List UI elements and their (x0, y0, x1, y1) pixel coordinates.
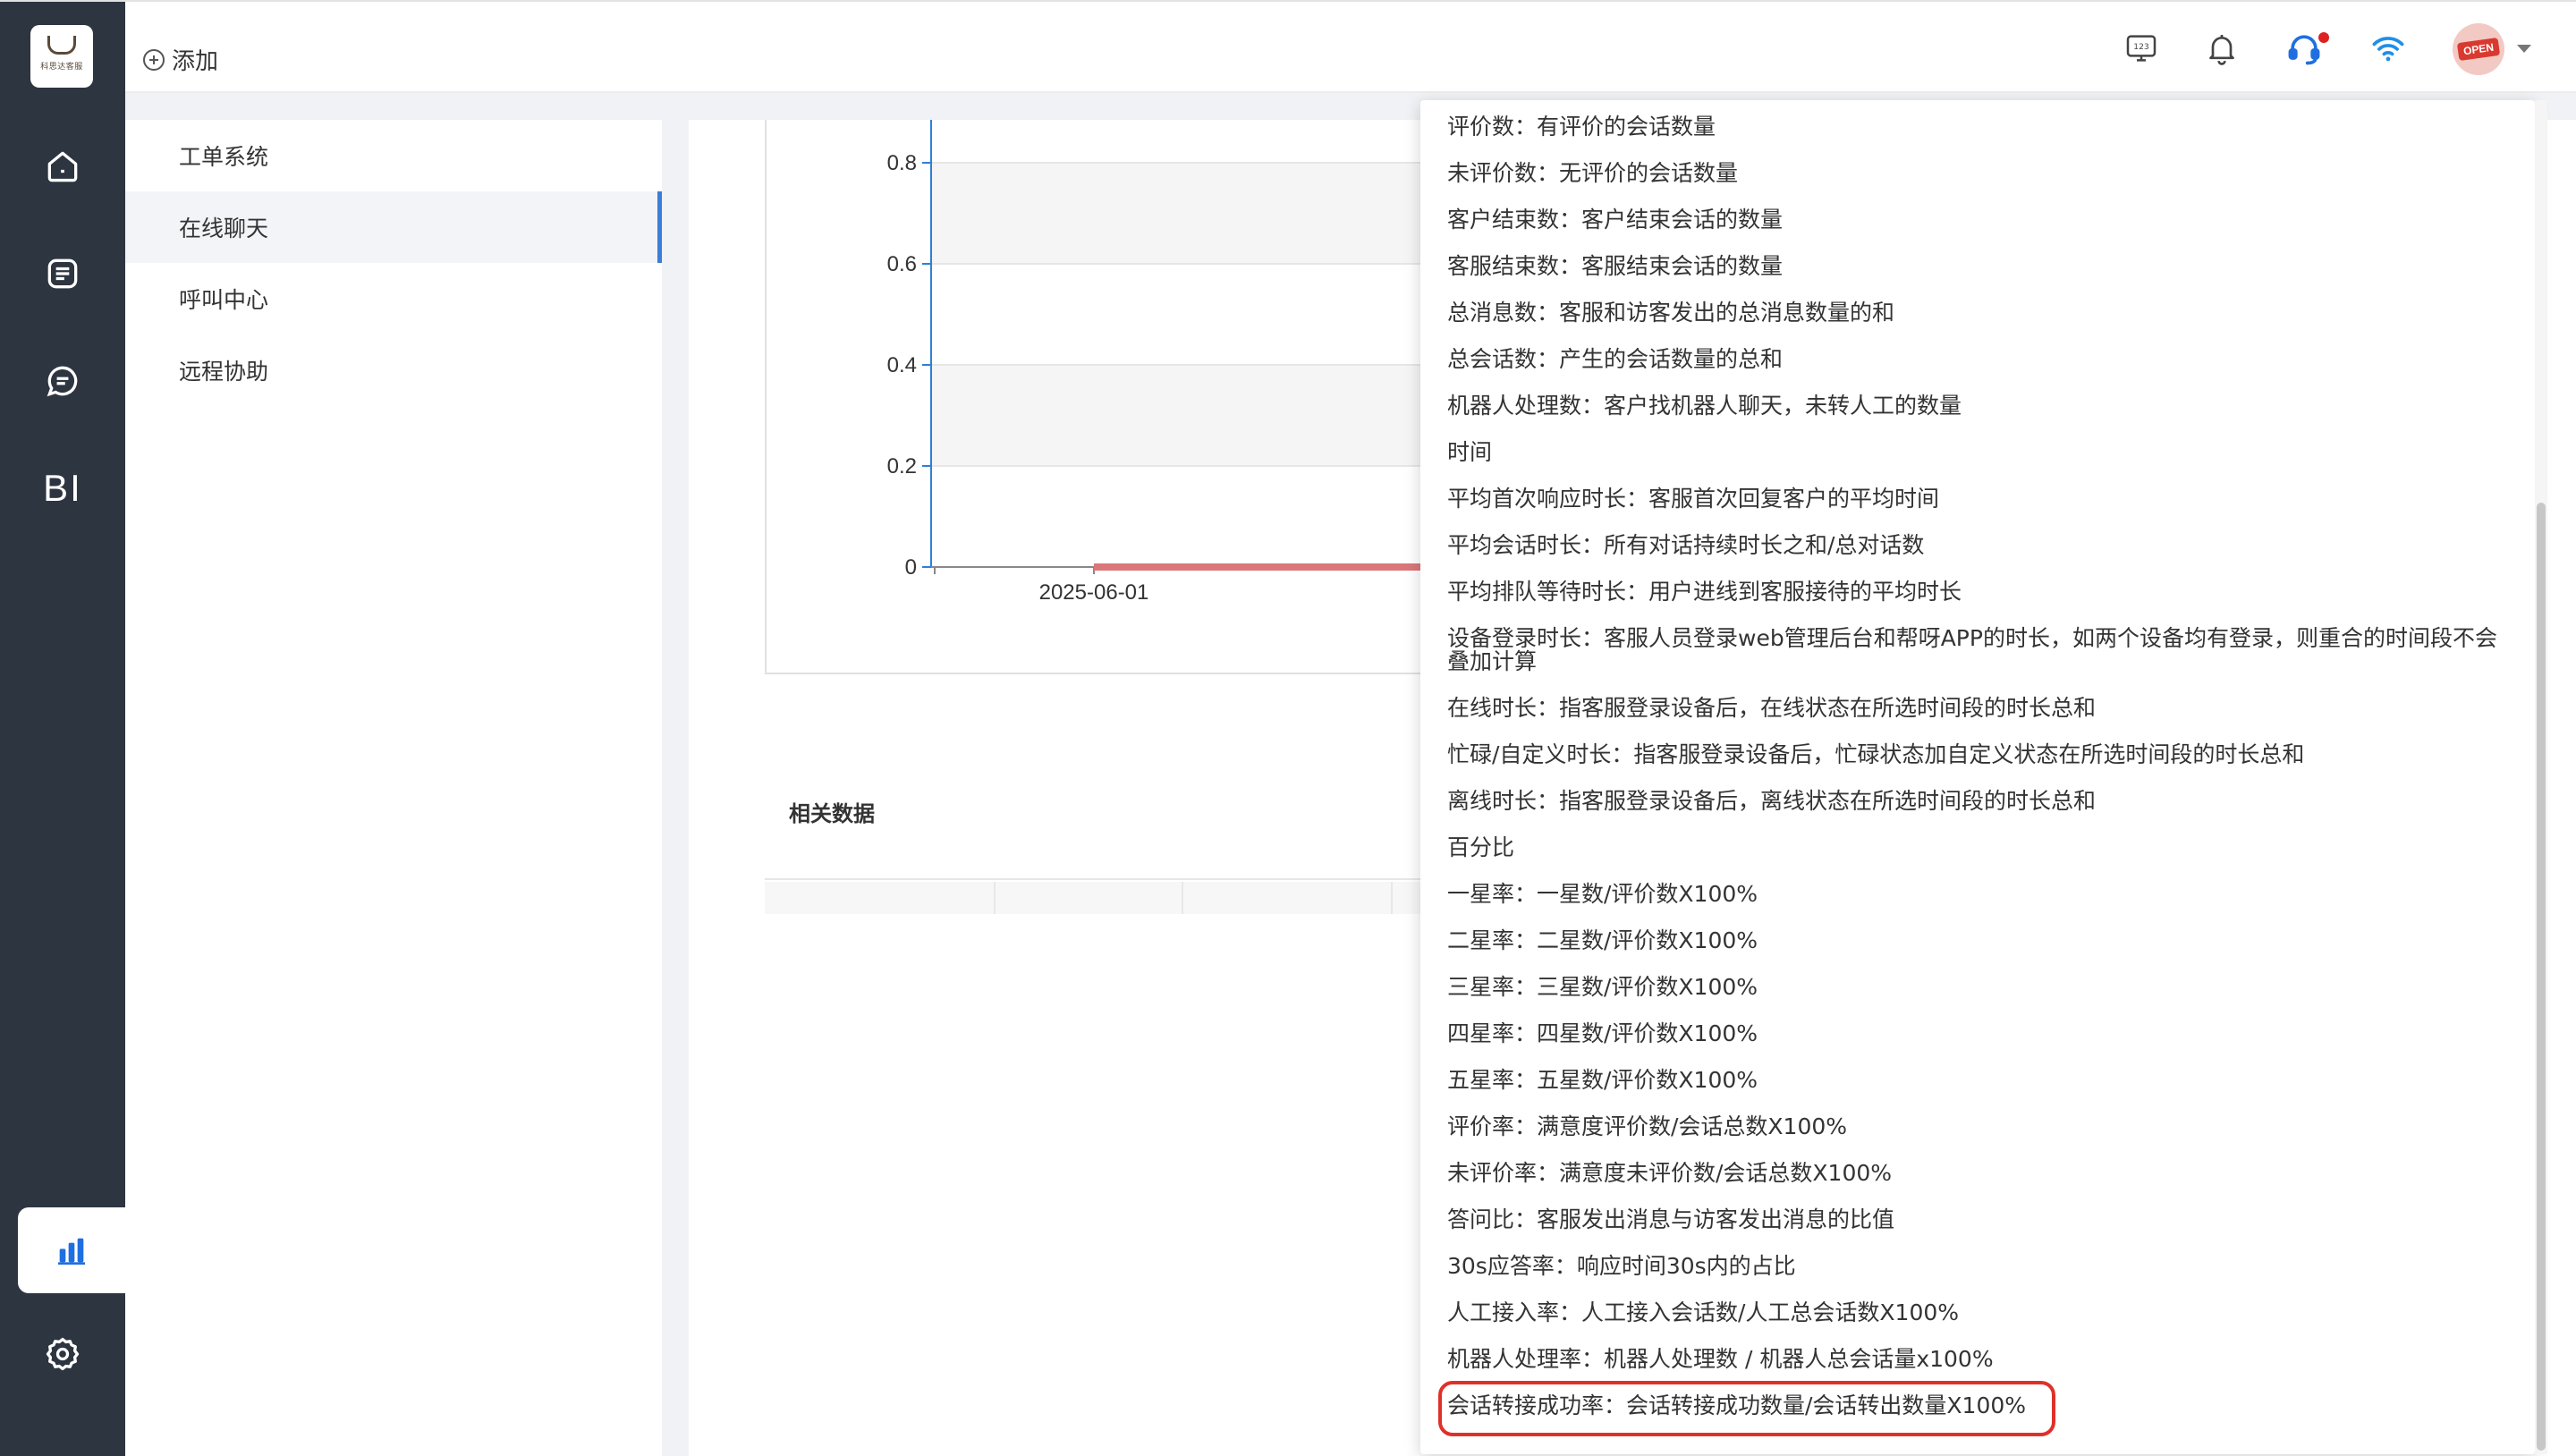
popup-line: 时间 (1447, 439, 1493, 465)
popup-line: 离线时长：指客服登录设备后，离线状态在所选时间段的时长总和 (1447, 788, 2097, 814)
bi-menu-item[interactable]: BI (38, 463, 88, 513)
popup-line: 平均首次响应时长：客服首次回复客户的平均时间 (1447, 486, 1940, 512)
submenu-item-label: 在线聊天 (179, 216, 269, 241)
grid-band (931, 365, 1445, 466)
submenu-item-online-chat[interactable]: 在线聊天 (125, 191, 662, 263)
submenu-item-call-center[interactable]: 呼叫中心 (125, 263, 662, 334)
popup-line: 机器人处理数：客户找机器人聊天，未转人工的数量 (1447, 393, 1962, 419)
chevron-down-icon[interactable] (2517, 45, 2531, 53)
grid-band (931, 163, 1445, 264)
home-icon[interactable] (38, 141, 88, 191)
popup-line: 未评价数：无评价的会话数量 (1447, 160, 1739, 186)
left-rail: 科思达客服 BI (0, 2, 125, 1456)
y-tick-label: 0.4 (887, 353, 917, 377)
popup-line: 客户结束数：客户结束会话的数量 (1447, 207, 1784, 233)
popup-line: 总会话数：产生的会话数量的总和 (1447, 346, 1784, 372)
popup-line: 二星率：二星数/评价数X100% (1447, 927, 1758, 953)
document-icon[interactable] (38, 249, 88, 299)
sub-menu-panel: 工单系统 在线聊天 呼叫中心 远程协助 (125, 120, 662, 1456)
popup-line: 四星率：四星数/评价数X100% (1447, 1020, 1758, 1046)
popup-line: 答问比：客服发出消息与访客发出消息的比值 (1447, 1206, 1895, 1232)
y-tick-label: 0.2 (887, 454, 917, 478)
popup-line: 人工接入率：人工接入会话数/人工总会话数X100% (1447, 1299, 1960, 1325)
y-tick-label: 0.6 (887, 252, 917, 276)
chat-icon[interactable] (38, 356, 88, 406)
popup-scrollbar[interactable] (2535, 100, 2547, 1454)
notification-dot (2318, 32, 2329, 43)
app-logo[interactable]: 科思达客服 (30, 25, 93, 88)
submenu-item-label: 远程协助 (179, 359, 269, 385)
line-chart: 00.20.40.60.82025-06-012025- (887, 120, 1445, 605)
keyboard-123-icon[interactable]: 123 (2120, 27, 2163, 70)
avatar-open-sign: OPEN (2456, 37, 2501, 62)
y-tick-label: 0.8 (887, 151, 917, 175)
popup-line: 平均会话时长：所有对话持续时长之和/总对话数 (1447, 532, 1925, 558)
popup-line: 忙碌/自定义时长：指客服登录设备后，忙碌状态加自定义状态在所选时间段的时长总和 (1447, 741, 2305, 767)
popup-line: 评价数：有评价的会话数量 (1447, 114, 1716, 140)
x-tick-label: 2025-06-01 (1039, 580, 1149, 605)
popup-line: 五星率：五星数/评价数X100% (1447, 1067, 1758, 1093)
related-data-table-header (765, 882, 1445, 914)
logo-cup-icon (47, 36, 76, 55)
statistics-menu-item[interactable] (18, 1207, 125, 1293)
headset-icon[interactable] (2283, 27, 2329, 70)
popup-line: 三星率：三星数/评价数X100% (1447, 974, 1758, 1000)
popup-line: 百分比 (1447, 834, 1515, 860)
y-tick-label: 0 (905, 555, 917, 580)
popup-line: 机器人处理率：机器人处理数 / 机器人总会话量x100% (1447, 1346, 1994, 1372)
submenu-item-label: 呼叫中心 (179, 287, 269, 313)
bell-icon[interactable] (2200, 27, 2243, 70)
bar-chart-icon (58, 1238, 85, 1265)
popup-line: 总消息数：客服和访客发出的总消息数量的和 (1447, 300, 1895, 326)
popup-line: 评价率：满意度评价数/会话总数X100% (1447, 1113, 1848, 1139)
wifi-icon[interactable] (2367, 27, 2410, 70)
user-avatar[interactable]: OPEN (2453, 23, 2504, 75)
submenu-item-remote-assist[interactable]: 远程协助 (125, 334, 662, 406)
highlight-box (1438, 1381, 2055, 1436)
add-button-label: 添加 (172, 48, 219, 75)
popup-line: 设备登录时长：客服人员登录web管理后台和帮呀APP的时长，如两个设备均有登录，… (1447, 625, 2497, 674)
scrollbar-thumb[interactable] (2537, 503, 2546, 1451)
popup-line: 一星率：一星数/评价数X100% (1447, 881, 1758, 907)
popup-line: 平均排队等待时长：用户进线到客服接待的平均时长 (1447, 579, 1962, 605)
settings-icon[interactable] (38, 1329, 88, 1379)
popup-line: 未评价率：满意度未评价数/会话总数X100% (1447, 1160, 1893, 1186)
add-button[interactable]: 添加 (143, 43, 218, 76)
logo-text: 科思达客服 (40, 63, 83, 72)
related-data-title: 相关数据 (789, 801, 875, 826)
add-circle-icon (143, 48, 165, 71)
related-data-divider (765, 878, 1445, 880)
submenu-item-label: 工单系统 (179, 144, 269, 170)
submenu-item-ticket-system[interactable]: 工单系统 (125, 120, 662, 191)
popup-line: 在线时长：指客服登录设备后，在线状态在所选时间段的时长总和 (1447, 695, 2097, 721)
popup-line: 客服结束数：客服结束会话的数量 (1447, 253, 1784, 279)
popup-line: 30s应答率：响应时间30s内的占比 (1447, 1253, 1796, 1279)
metric-definitions-popup[interactable]: 评价数：有评价的会话数量 未评价数：无评价的会话数量客户结束数：客户结束会话的数量… (1420, 100, 2535, 1454)
svg-text:123: 123 (2133, 42, 2149, 52)
